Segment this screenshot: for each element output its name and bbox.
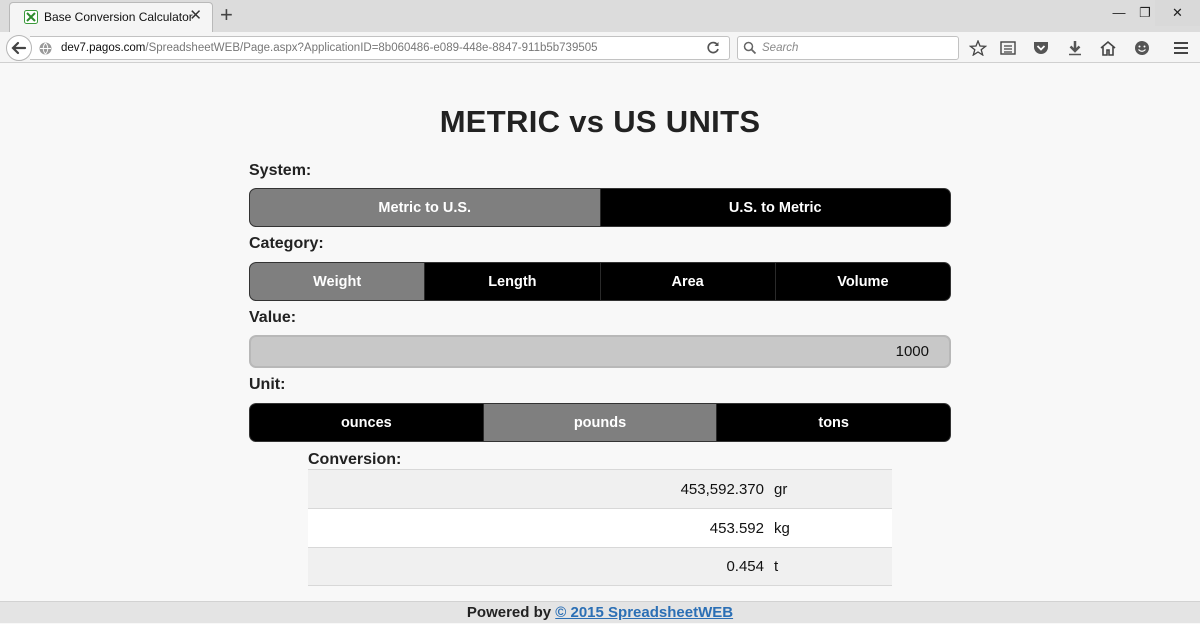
new-tab-button[interactable]: + — [220, 3, 233, 27]
value-input[interactable]: 1000 — [249, 335, 951, 368]
value-label: Value: — [249, 309, 297, 326]
footer-link[interactable]: © 2015 SpreadsheetWEB — [555, 604, 733, 621]
conversion-row: 453.592 kg — [308, 508, 892, 547]
tab-title: Base Conversion Calculator — [44, 10, 193, 24]
address-bar[interactable]: dev7.pagos.com/SpreadsheetWEB/Page.aspx?… — [30, 36, 730, 60]
url-text: dev7.pagos.com/SpreadsheetWEB/Page.aspx?… — [61, 42, 598, 54]
footer-prefix: Powered by — [466, 604, 552, 621]
home-icon[interactable] — [1099, 40, 1117, 56]
spreadsheetweb-logo-icon — [24, 10, 38, 24]
category-label: Category: — [249, 235, 324, 252]
menu-icon[interactable] — [1172, 40, 1190, 56]
globe-icon — [39, 42, 52, 55]
unit-selector: ounces pounds tons — [249, 403, 951, 442]
tab-bar: Base Conversion Calculator ✕ + — ❐ ✕ — [0, 0, 1200, 32]
nav-bar: dev7.pagos.com/SpreadsheetWEB/Page.aspx?… — [0, 32, 1200, 63]
conversion-unit: t — [774, 558, 779, 575]
conversion-table: 453,592.370 gr 453.592 kg 0.454 t — [308, 469, 892, 586]
unit-option-ounces[interactable]: ounces — [250, 404, 484, 441]
conversion-row: 453,592.370 gr — [308, 469, 892, 508]
conversion-value: 453,592.370 — [680, 480, 764, 498]
conversion-row: 0.454 t — [308, 547, 892, 586]
system-option-metric-to-us[interactable]: Metric to U.S. — [250, 189, 601, 226]
hello-smiley-icon[interactable] — [1133, 40, 1151, 56]
search-placeholder: Search — [762, 42, 799, 54]
search-bar[interactable]: Search — [737, 36, 959, 60]
browser-tab[interactable]: Base Conversion Calculator ✕ — [9, 2, 213, 32]
category-option-length[interactable]: Length — [425, 263, 601, 300]
search-icon — [743, 41, 757, 55]
unit-option-pounds[interactable]: pounds — [483, 404, 718, 441]
back-arrow-icon — [11, 41, 27, 55]
reload-icon[interactable] — [705, 40, 721, 56]
tab-close-icon[interactable]: ✕ — [189, 8, 202, 24]
system-option-us-to-metric[interactable]: U.S. to Metric — [601, 189, 951, 226]
footer: Powered by © 2015 SpreadsheetWEB — [0, 601, 1200, 623]
conversion-value: 0.454 — [726, 558, 764, 575]
category-option-area[interactable]: Area — [601, 263, 776, 300]
system-selector: Metric to U.S. U.S. to Metric — [249, 188, 951, 227]
window-close-icon[interactable]: ✕ — [1155, 0, 1200, 26]
conversion-unit: gr — [774, 480, 788, 498]
page-title: METRIC vs US UNITS — [439, 104, 761, 139]
back-button[interactable] — [6, 35, 32, 61]
unit-label: Unit: — [249, 376, 286, 393]
conversion-unit: kg — [774, 519, 790, 537]
downloads-icon[interactable] — [1066, 40, 1084, 56]
system-label: System: — [249, 162, 312, 179]
category-selector: Weight Length Area Volume — [249, 262, 951, 301]
unit-option-tons[interactable]: tons — [717, 404, 950, 441]
category-option-weight[interactable]: Weight — [250, 263, 426, 300]
bookmark-star-icon[interactable] — [969, 40, 987, 56]
category-option-volume[interactable]: Volume — [776, 263, 950, 300]
conversion-label: Conversion: — [308, 451, 402, 468]
conversion-value: 453.592 — [709, 519, 764, 537]
reading-list-icon[interactable] — [999, 40, 1017, 56]
pocket-icon[interactable] — [1032, 40, 1050, 56]
